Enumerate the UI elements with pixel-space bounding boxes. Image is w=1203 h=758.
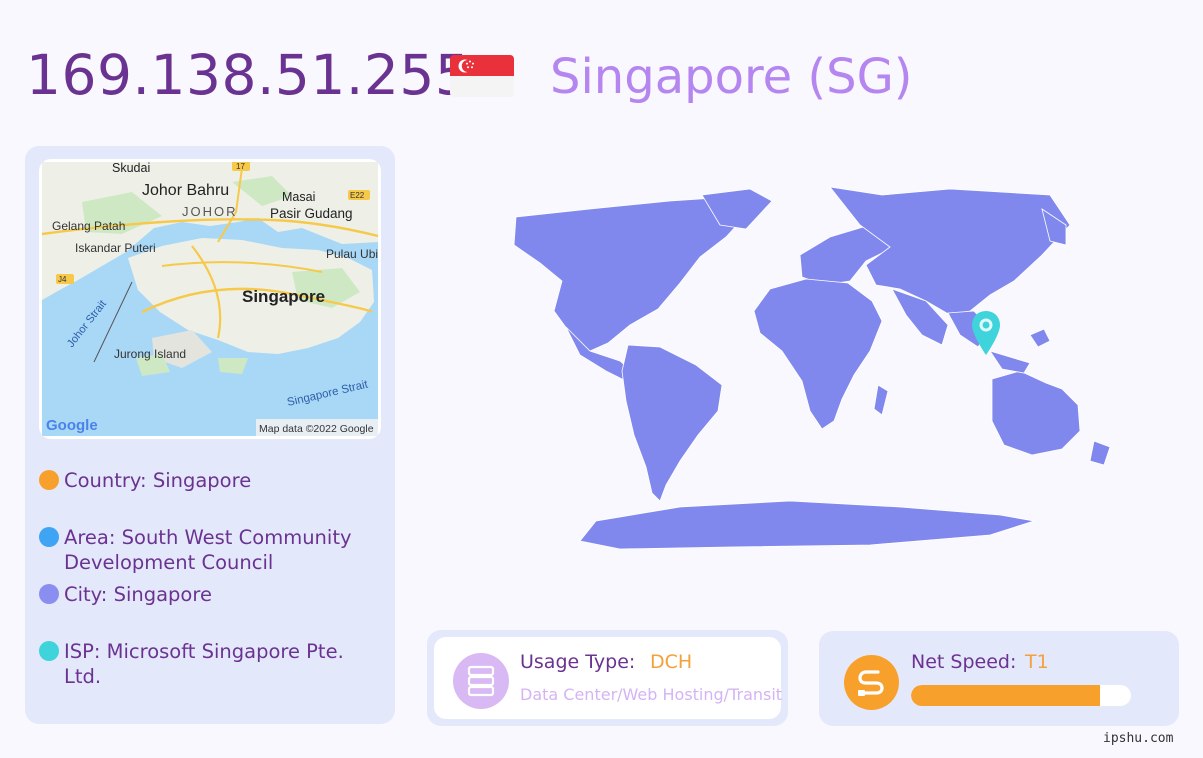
map-road-e22: E22 (350, 191, 365, 200)
usage-type-description: Data Center/Web Hosting/Transit (520, 685, 783, 704)
country-dot-icon (39, 470, 59, 490)
map-label-skudai: Skudai (112, 162, 150, 175)
speed-cable-icon (844, 655, 899, 710)
map-attribution[interactable]: Map data ©2022 Google (259, 423, 374, 435)
info-isp: ISP: Microsoft Singapore Pte. Ltd. (39, 639, 369, 689)
map-label-masai: Masai (282, 190, 315, 204)
net-speed-bar (911, 685, 1131, 706)
net-speed-card: Net Speed: T1 (819, 631, 1179, 726)
ip-address: 169.138.51.255 (26, 43, 471, 107)
city-dot-icon (39, 584, 59, 604)
country-title: Singapore (SG) (550, 49, 913, 105)
usage-type-card: Usage Type: DCH Data Center/Web Hosting/… (427, 630, 788, 726)
net-speed-bar-fill (911, 685, 1101, 706)
net-speed-label: Net Speed: (911, 651, 1017, 673)
server-stack-icon (453, 653, 509, 709)
net-speed-value: T1 (1025, 651, 1049, 673)
location-pin-icon (972, 311, 1000, 355)
map-road-j4: J4 (58, 275, 67, 284)
info-city: City: Singapore (39, 582, 369, 607)
google-logo: Google (46, 417, 98, 434)
singapore-flag-icon (450, 55, 514, 97)
info-country-text: Country: Singapore (64, 469, 252, 492)
area-dot-icon (39, 527, 59, 547)
site-watermark: ipshu.com (1103, 731, 1174, 746)
info-area: Area: South West Community Development C… (39, 525, 369, 575)
location-card: Skudai Johor Bahru Masai JOHOR Pasir Gud… (25, 146, 395, 724)
map-label-pulau-ubin: Pulau Ubi (326, 247, 378, 261)
map-road-17: 17 (236, 162, 245, 171)
location-map[interactable]: Skudai Johor Bahru Masai JOHOR Pasir Gud… (39, 159, 381, 439)
map-label-johor-bahru: Johor Bahru (142, 182, 229, 199)
map-label-pasir-gudang: Pasir Gudang (270, 206, 353, 221)
map-label-johor: JOHOR (182, 204, 238, 219)
info-isp-text: ISP: Microsoft Singapore Pte. Ltd. (64, 640, 344, 688)
map-label-singapore: Singapore (242, 287, 325, 306)
map-label-iskandar-puteri: Iskandar Puteri (75, 241, 156, 255)
info-city-text: City: Singapore (64, 583, 212, 606)
info-area-text: Area: South West Community Development C… (64, 526, 352, 574)
usage-type-label: Usage Type: (520, 651, 636, 673)
world-map (430, 185, 1150, 561)
map-label-jurong-island: Jurong Island (114, 347, 186, 361)
map-label-gelang-patah: Gelang Patah (52, 219, 125, 233)
isp-dot-icon (39, 641, 59, 661)
info-country: Country: Singapore (39, 468, 369, 493)
usage-type-value: DCH (650, 651, 693, 673)
